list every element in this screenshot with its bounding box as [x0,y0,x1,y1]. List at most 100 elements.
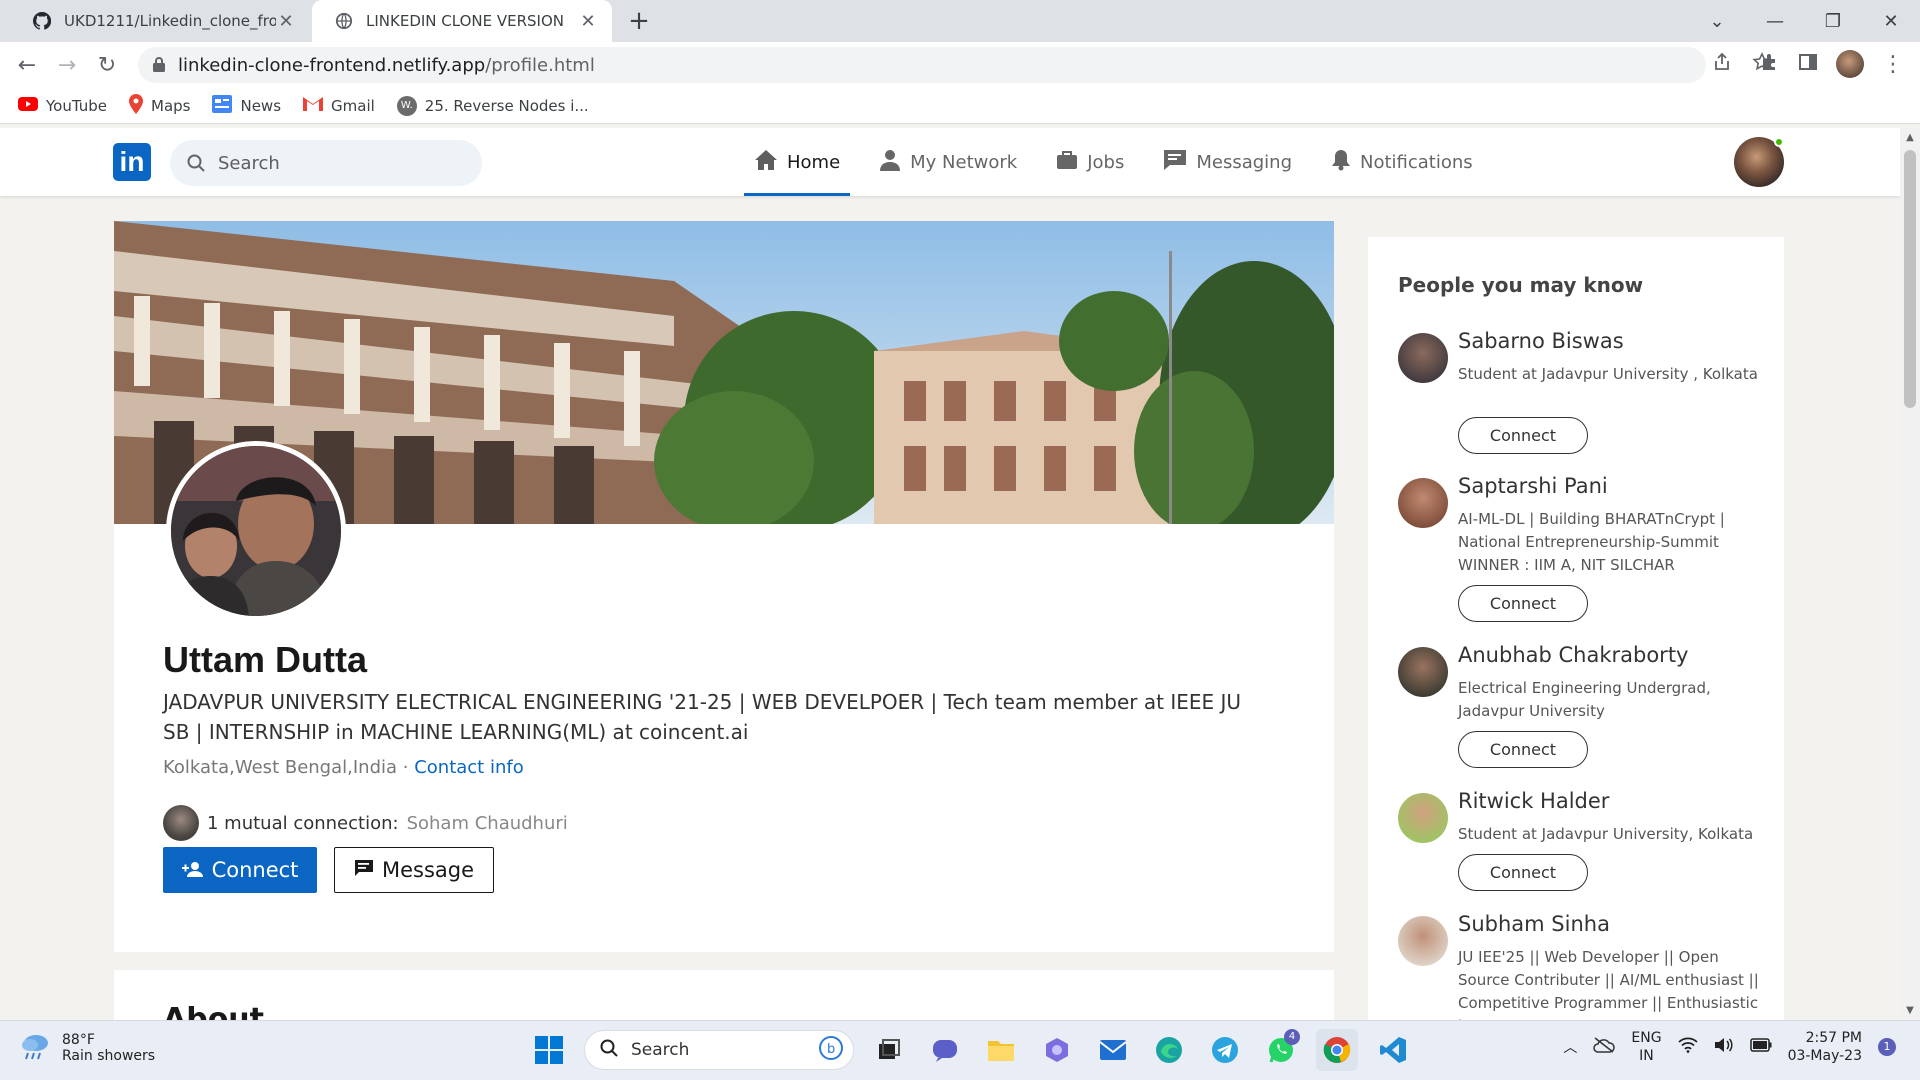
wifi-icon[interactable] [1677,1037,1698,1057]
weather-widget[interactable]: 88°F Rain showers [20,1031,155,1065]
message-icon [354,858,374,882]
person-avatar[interactable] [1398,478,1448,528]
user-avatar[interactable] [1734,137,1784,187]
bell-icon [1331,149,1351,176]
person-name[interactable]: Sabarno Biswas [1458,329,1624,353]
address-bar[interactable]: linkedin-clone-frontend.netlify.app/prof… [138,47,1706,83]
mail-icon[interactable] [1092,1029,1134,1071]
taskbar-search[interactable]: Search b [584,1030,854,1070]
file-explorer-icon[interactable] [980,1029,1022,1071]
windows-taskbar: 88°F Rain showers Search b 4 ︿ ENG IN 2:… [0,1020,1920,1080]
volume-icon[interactable] [1714,1037,1734,1057]
profile-location-row: Kolkata,West Bengal,India · Contact info [163,757,524,778]
network-icon [879,149,901,176]
about-heading: About [163,1002,265,1020]
task-view-icon[interactable] [868,1029,910,1071]
mutual-name: Soham Chaudhuri [406,812,568,834]
person-name[interactable]: Ritwick Halder [1458,789,1609,813]
reload-button[interactable]: ↻ [92,50,122,80]
profile-headline: JADAVPUR UNIVERSITY ELECTRICAL ENGINEERI… [163,690,1242,744]
close-icon[interactable]: ✕ [578,11,598,32]
connect-button[interactable]: Connect [1458,731,1588,768]
nav-item-jobs[interactable]: Jobs [1046,128,1134,196]
scrollbar-thumb[interactable] [1904,150,1916,408]
sidebar-title: People you may know [1398,273,1644,297]
connect-button[interactable]: Connect [1458,417,1588,454]
notification-count-badge[interactable]: 1 [1878,1038,1896,1056]
person-description: AI-ML-DL | Building BHARATnCrypt | Natio… [1458,510,1725,574]
battery-icon[interactable] [1749,1038,1772,1056]
bookmark-youtube[interactable]: YouTube [18,96,107,115]
person-avatar[interactable] [1398,916,1448,966]
gmail-icon [303,96,324,115]
telegram-icon[interactable] [1204,1029,1246,1071]
forward-button[interactable]: → [52,50,82,80]
briefcase-icon [1056,150,1078,175]
nav-item-notifications[interactable]: Notifications [1321,128,1483,196]
mutual-connections[interactable]: 1 mutual connection: Soham Chaudhuri [163,805,568,841]
person-name[interactable]: Subham Sinha [1458,912,1610,936]
lang-code: ENG [1631,1030,1662,1046]
clock-time: 2:57 PM [1805,1030,1862,1046]
linkedin-logo[interactable]: in [113,143,151,181]
restore-button[interactable]: ❐ [1804,0,1862,42]
close-icon[interactable]: ✕ [276,11,296,32]
new-tab-button[interactable]: + [624,6,654,36]
connect-label: Connect [211,858,299,882]
minimize-button[interactable]: — [1746,0,1804,42]
connect-button[interactable]: Connect [1458,854,1588,891]
whatsapp-badge: 4 [1284,1029,1300,1045]
message-button[interactable]: Message [334,847,494,893]
person-name[interactable]: Anubhab Chakraborty [1458,643,1688,667]
nav-item-my-network[interactable]: My Network [869,128,1027,196]
bookmark-gmail[interactable]: Gmail [303,96,375,115]
tab-github[interactable]: UKD1211/Linkedin_clone_fronten ✕ [10,0,310,42]
person-name[interactable]: Saptarshi Pani [1458,474,1608,498]
chrome-icon[interactable] [1316,1029,1358,1071]
search-input[interactable]: Search [170,140,482,186]
profile-photo[interactable] [166,441,346,621]
edge-icon[interactable] [1148,1029,1190,1071]
connect-button[interactable]: Connect [163,847,317,893]
whatsapp-icon[interactable]: 4 [1260,1029,1302,1071]
language-indicator[interactable]: ENG IN [1631,1029,1661,1065]
profile-location: Kolkata,West Bengal,India [163,757,398,778]
connect-button[interactable]: Connect [1458,585,1588,622]
teams-chat-icon[interactable] [924,1029,966,1071]
clock[interactable]: 2:57 PM 03-May-23 [1788,1029,1862,1065]
vscode-icon[interactable] [1372,1029,1414,1071]
linkedin-navbar: in Search Home My Network Jobs Messaging… [0,128,1900,196]
extensions-icon[interactable] [1760,52,1780,76]
person-avatar[interactable] [1398,647,1448,697]
person-avatar[interactable] [1398,793,1448,843]
side-panel-icon[interactable] [1798,52,1818,76]
profile-card: Uttam Dutta JADAVPUR UNIVERSITY ELECTRIC… [114,221,1334,952]
scroll-down-icon[interactable]: ▼ [1904,1005,1916,1016]
page-scrollbar[interactable]: ▲ ▼ [1900,128,1920,1020]
window-close-button[interactable]: ✕ [1862,0,1920,42]
share-icon[interactable] [1712,52,1732,76]
tab-linkedin-clone[interactable]: LINKEDIN CLONE VERSION ✕ [312,0,612,42]
person-description: Student at Jadavpur University, Kolkata [1458,825,1754,843]
bookmark-label: Gmail [331,96,375,115]
bookmark-label: YouTube [46,96,107,115]
onedrive-icon[interactable] [1593,1037,1616,1057]
chevron-up-icon[interactable]: ︿ [1563,1037,1577,1057]
copilot-icon[interactable] [1036,1029,1078,1071]
tab-search-icon[interactable]: ⌄ [1688,0,1746,42]
clock-date: 03-May-23 [1787,1048,1862,1064]
mutual-avatar [163,805,199,841]
scroll-up-icon[interactable]: ▲ [1904,132,1916,143]
nav-item-home[interactable]: Home [744,128,851,196]
search-icon [186,153,206,178]
menu-kebab-icon[interactable]: ⋮ [1882,52,1904,77]
bookmark-news[interactable]: News [212,94,281,117]
profile-avatar[interactable] [1836,50,1864,78]
bookmark-maps[interactable]: Maps [129,93,190,118]
start-button[interactable] [528,1029,570,1071]
back-button[interactable]: ← [12,50,42,80]
contact-info-link[interactable]: Contact info [414,757,524,778]
bookmark-leetcode[interactable]: W. 25. Reverse Nodes i... [396,95,589,116]
person-avatar[interactable] [1398,333,1448,383]
nav-item-messaging[interactable]: Messaging [1153,128,1302,196]
